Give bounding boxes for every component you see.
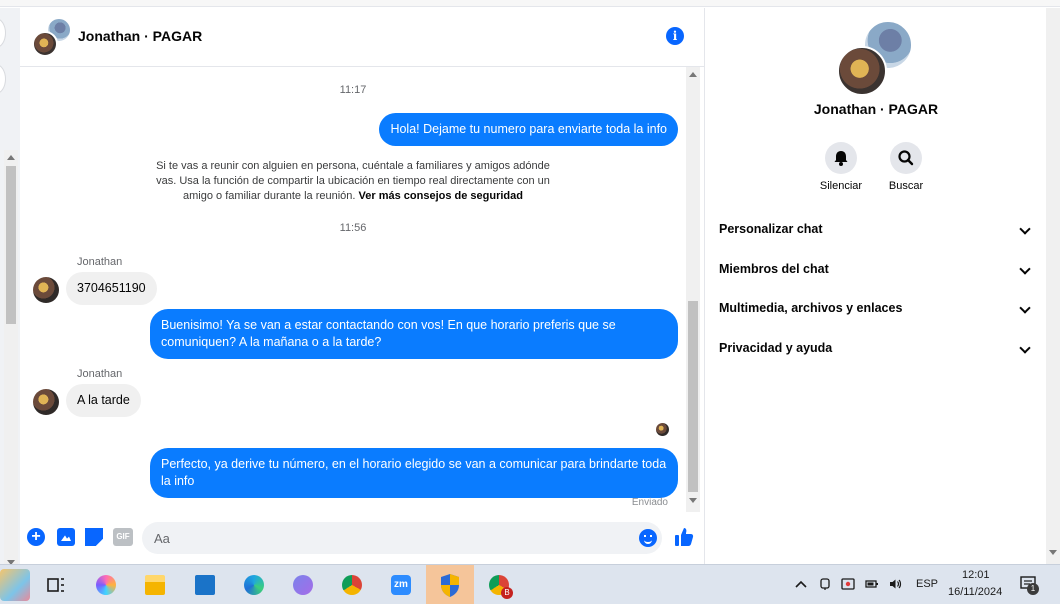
message-input[interactable] bbox=[142, 522, 662, 554]
scroll-down-arrow-icon[interactable] bbox=[1049, 550, 1057, 555]
zoom-label: zm bbox=[391, 575, 411, 595]
section-chat-members[interactable]: Miembros del chat bbox=[719, 257, 1033, 281]
read-receipt-avatar bbox=[656, 423, 669, 436]
chevron-down-icon bbox=[1019, 263, 1031, 275]
group-avatar-large bbox=[837, 20, 913, 96]
section-label: Miembros del chat bbox=[719, 262, 829, 276]
teams-icon[interactable] bbox=[287, 569, 319, 601]
scrollbar-thumb[interactable] bbox=[6, 166, 16, 324]
language-indicator[interactable]: ESP bbox=[916, 578, 938, 590]
security-tray-icon[interactable] bbox=[841, 577, 855, 591]
timestamp: 11:56 bbox=[339, 222, 367, 234]
section-label: Personalizar chat bbox=[719, 222, 823, 236]
chrome-profile-icon[interactable] bbox=[336, 569, 368, 601]
clock-date[interactable]: 16/11/2024 bbox=[948, 586, 1002, 598]
avatar-photo bbox=[837, 46, 887, 96]
safety-notice: Si te vas a reunir con alguien en person… bbox=[150, 159, 556, 204]
sender-name: Jonathan bbox=[77, 368, 123, 380]
message-bubble-outgoing[interactable]: Perfecto, ya derive tu número, en el hor… bbox=[150, 448, 678, 498]
left-sidebar-edge bbox=[0, 8, 20, 572]
bell-icon bbox=[825, 142, 857, 174]
page-scrollbar[interactable] bbox=[1046, 8, 1060, 564]
message-bubble-outgoing[interactable]: Buenisimo! Ya se van a estar contactando… bbox=[150, 309, 678, 359]
clock-time[interactable]: 12:01 bbox=[962, 569, 990, 581]
windows-taskbar: zm B ESP 12:01 16/11/2024 1 bbox=[0, 564, 1060, 604]
search-icon bbox=[890, 142, 922, 174]
message-composer: + GIF bbox=[20, 512, 704, 564]
battery-icon[interactable] bbox=[865, 577, 879, 591]
section-label: Privacidad y ayuda bbox=[719, 341, 833, 355]
chat-title[interactable]: Jonathan · PAGAR bbox=[78, 28, 202, 44]
message-bubble-incoming[interactable]: 3704651190 bbox=[66, 272, 157, 305]
chat-name: Jonathan · PAGAR bbox=[813, 101, 939, 117]
chevron-down-icon bbox=[1019, 302, 1031, 314]
sidebar-button[interactable] bbox=[0, 64, 6, 94]
group-avatar[interactable] bbox=[32, 17, 72, 57]
sticker-icon[interactable] bbox=[85, 528, 103, 546]
widgets-icon[interactable] bbox=[0, 569, 30, 601]
volume-icon[interactable] bbox=[888, 577, 902, 591]
sender-name: Jonathan bbox=[77, 256, 123, 268]
task-view-icon[interactable] bbox=[40, 569, 72, 601]
scroll-up-arrow-icon[interactable] bbox=[689, 72, 697, 77]
photo-icon[interactable] bbox=[57, 528, 75, 546]
sidebar-button[interactable] bbox=[0, 18, 6, 48]
search-button[interactable]: Buscar bbox=[876, 142, 936, 192]
section-privacy-help[interactable]: Privacidad y ayuda bbox=[719, 336, 1033, 360]
left-scrollbar[interactable] bbox=[4, 150, 18, 572]
copilot-icon[interactable] bbox=[90, 569, 122, 601]
chrome-icon[interactable]: B bbox=[483, 569, 515, 601]
message-scrollbar[interactable] bbox=[686, 67, 700, 512]
message-bubble-incoming[interactable]: A la tarde bbox=[66, 384, 141, 417]
info-icon[interactable]: i bbox=[666, 27, 684, 45]
message-bubble-outgoing[interactable]: Hola! Dejame tu numero para enviarte tod… bbox=[379, 113, 678, 146]
notification-count: 1 bbox=[1027, 583, 1039, 595]
emoji-icon[interactable] bbox=[639, 529, 657, 547]
section-customize-chat[interactable]: Personalizar chat bbox=[719, 217, 1033, 241]
section-media-files-links[interactable]: Multimedia, archivos y enlaces bbox=[719, 296, 1033, 320]
security-shield-icon[interactable] bbox=[426, 565, 474, 604]
file-explorer-icon[interactable] bbox=[139, 569, 171, 601]
chat-header: Jonathan · PAGAR i bbox=[20, 8, 704, 67]
mail-icon[interactable] bbox=[189, 569, 221, 601]
plus-icon[interactable]: + bbox=[27, 528, 45, 546]
sent-status: Enviado bbox=[631, 497, 668, 508]
chevron-down-icon bbox=[1019, 342, 1031, 354]
avatar-photo bbox=[32, 31, 58, 57]
top-strip bbox=[0, 0, 1060, 7]
scroll-up-arrow-icon[interactable] bbox=[7, 155, 15, 160]
mute-label: Silenciar bbox=[819, 180, 863, 192]
scrollbar-thumb[interactable] bbox=[688, 301, 698, 492]
chevron-down-icon bbox=[1019, 223, 1031, 235]
thumbs-up-icon[interactable] bbox=[674, 527, 694, 547]
edge-icon[interactable] bbox=[238, 569, 270, 601]
scroll-down-arrow-icon[interactable] bbox=[689, 498, 697, 503]
safety-tips-link[interactable]: Ver más consejos de seguridad bbox=[359, 190, 523, 202]
camera-icon[interactable] bbox=[818, 577, 832, 591]
section-label: Multimedia, archivos y enlaces bbox=[719, 301, 903, 315]
chat-info-panel: Jonathan · PAGAR Silenciar Buscar Person… bbox=[704, 8, 1046, 564]
search-label: Buscar bbox=[888, 180, 924, 192]
mute-button[interactable]: Silenciar bbox=[811, 142, 871, 192]
chrome-profile-badge: B bbox=[501, 587, 513, 599]
gif-icon[interactable]: GIF bbox=[113, 528, 133, 546]
notification-icon[interactable]: 1 bbox=[1020, 575, 1040, 595]
chevron-up-icon[interactable] bbox=[794, 577, 808, 591]
sender-avatar[interactable] bbox=[33, 389, 59, 415]
message-list: 11:17 Hola! Dejame tu numero para enviar… bbox=[20, 67, 686, 512]
timestamp: 11:17 bbox=[339, 84, 367, 96]
sender-avatar[interactable] bbox=[33, 277, 59, 303]
zoom-icon[interactable]: zm bbox=[385, 569, 417, 601]
